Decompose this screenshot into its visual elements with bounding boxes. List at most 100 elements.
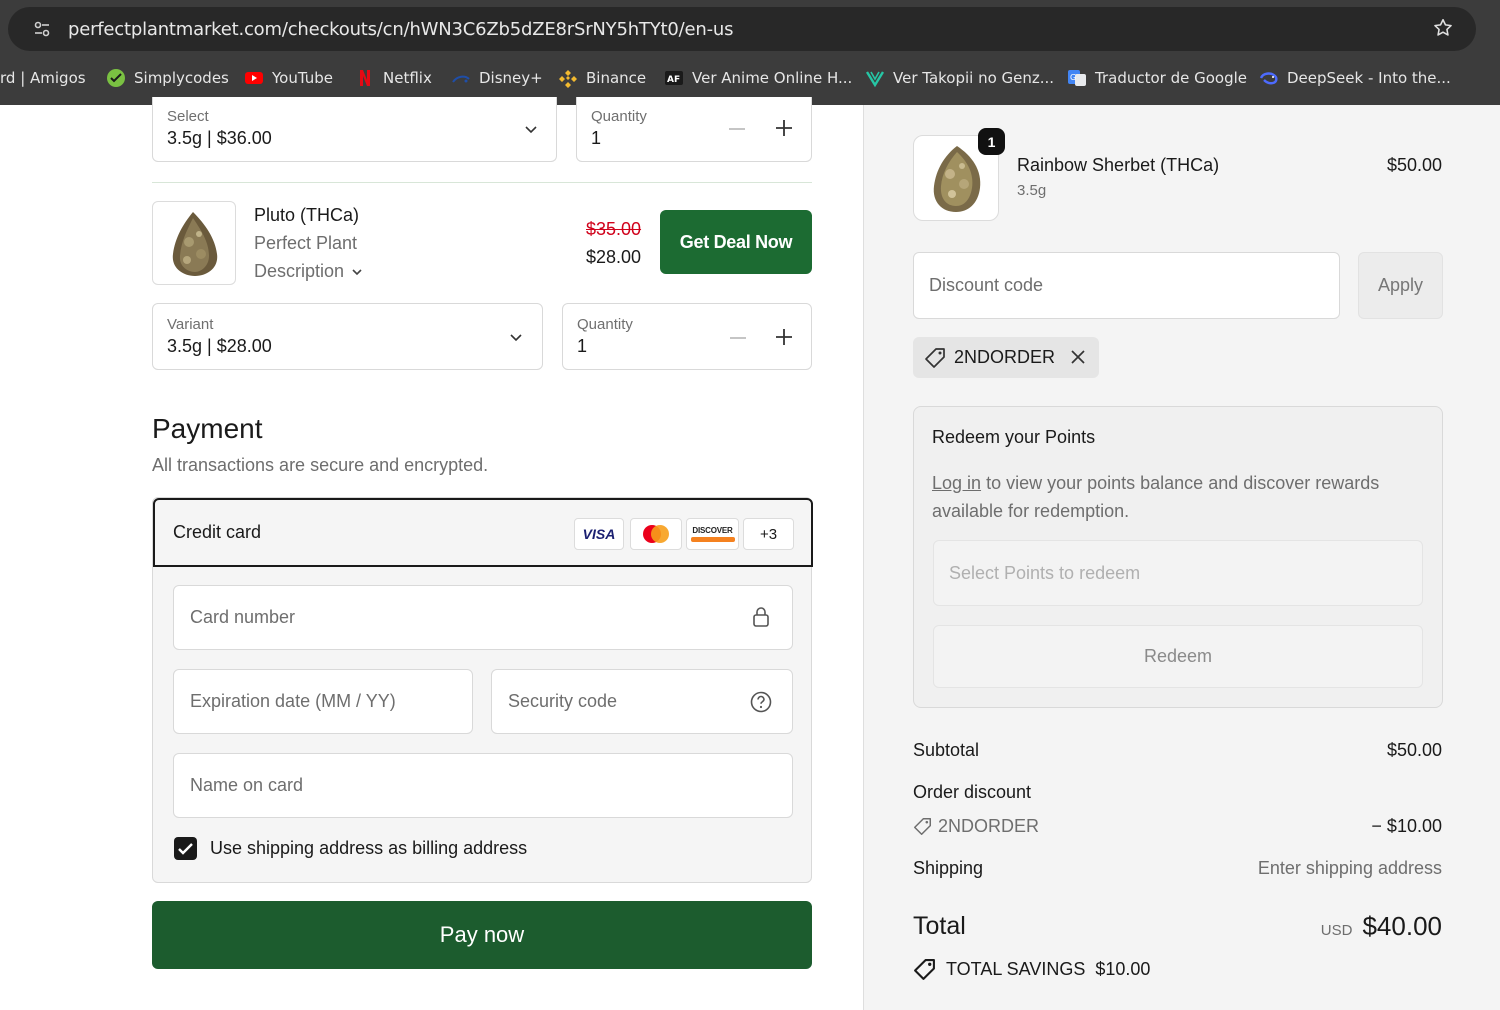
bookmark-label: rd | Amigos (0, 69, 86, 87)
product-image-pluto (152, 201, 236, 285)
bookmark-binance[interactable]: Binance (558, 66, 646, 90)
billing-address-label[interactable]: Use shipping address as billing address (210, 838, 527, 859)
applied-discount-chip: 2NDORDER (913, 337, 1099, 378)
currency-code: USD (1320, 922, 1353, 939)
discover-brand-text: DISCOVER (692, 526, 733, 535)
points-select-input[interactable]: Select Points to redeem (933, 540, 1423, 606)
quantity-stepper[interactable]: Quantity 1 (562, 303, 812, 370)
chevron-down-icon (510, 334, 522, 342)
bookmark-label: Traductor de Google (1095, 69, 1247, 87)
billing-address-checkbox[interactable] (174, 837, 197, 860)
more-cards-badge: +3 (743, 518, 794, 550)
discount-code-row: 2NDORDER (913, 816, 1039, 837)
deal-price: $28.00 (586, 247, 642, 267)
discount-code-text: 2NDORDER (938, 816, 1040, 836)
svg-text:AF: AF (667, 75, 680, 85)
upsell-divider (152, 182, 812, 183)
youtube-icon (245, 72, 263, 84)
quantity-label: Quantity (591, 108, 647, 125)
mastercard-icon (630, 518, 682, 550)
expiration-placeholder: Expiration date (MM / YY) (190, 691, 396, 711)
netflix-icon (360, 70, 370, 86)
bookmark-simplycodes[interactable]: Simplycodes (106, 66, 229, 90)
bookmark-anime[interactable]: AF Ver Anime Online H... (664, 66, 852, 90)
bookmark-youtube[interactable]: YouTube (244, 66, 333, 90)
name-on-card-placeholder: Name on card (190, 775, 304, 795)
visa-brand-text: VISA (582, 526, 616, 542)
svg-text:G: G (1070, 73, 1076, 82)
variant-value: 3.5g | $28.00 (167, 336, 272, 356)
close-icon[interactable] (1070, 349, 1086, 365)
url-text[interactable]: perfectplantmarket.com/checkouts/cn/hWN3… (68, 19, 733, 40)
site-settings-icon[interactable] (32, 19, 52, 39)
description-toggle[interactable]: Description (254, 261, 364, 282)
bookmark-disney[interactable]: Disney+ (451, 66, 543, 90)
cannabis-bud-image (172, 212, 218, 276)
help-circle-icon[interactable] (750, 691, 772, 713)
increase-quantity-button[interactable] (775, 328, 793, 346)
total-label: Total (913, 912, 966, 940)
select-value: 3.5g | $36.00 (167, 128, 272, 148)
credit-card-option[interactable]: Credit card VISA DISCOVER +3 (153, 498, 813, 567)
chevron-down-icon (352, 268, 362, 275)
description-label: Description (254, 261, 345, 281)
expiration-date-input[interactable]: Expiration date (MM / YY) (173, 669, 473, 734)
bookmark-netflix[interactable]: Netflix (355, 66, 432, 90)
decrease-quantity-button[interactable] (730, 337, 746, 339)
savings-label: TOTAL SAVINGS (946, 959, 1086, 979)
summary-item-variant: 3.5g (1017, 182, 1047, 199)
credit-card-label: Credit card (173, 522, 262, 542)
browser-chrome: perfectplantmarket.com/checkouts/cn/hWN3… (0, 0, 1500, 105)
pay-now-button[interactable]: Pay now (152, 901, 812, 969)
redeem-button[interactable]: Redeem (933, 625, 1423, 688)
variant-dropdown[interactable]: Variant 3.5g | $28.00 (152, 303, 543, 370)
bookmark-label: Netflix (383, 69, 432, 87)
bookmark-takopii[interactable]: Ver Takopii no Genz... (865, 66, 1054, 90)
bookmark-label: YouTube (272, 69, 333, 87)
redeem-title: Redeem your Points (932, 427, 1096, 447)
increase-quantity-button[interactable] (775, 119, 793, 137)
log-in-link[interactable]: Log in (932, 473, 981, 493)
discount-code-input[interactable]: Discount code (913, 252, 1340, 319)
quantity-label: Quantity (577, 316, 633, 333)
bookmarks-bar: rd | Amigos Simplycodes YouTube Netflix … (0, 62, 1500, 94)
animeflv-icon: AF (665, 71, 683, 85)
upsell-quantity-stepper[interactable]: Quantity 1 (576, 97, 812, 162)
decrease-quantity-button[interactable] (729, 128, 745, 130)
card-number-input[interactable]: Card number (173, 585, 793, 650)
bookmark-star-icon[interactable] (1432, 17, 1454, 39)
bookmark-deepseek[interactable]: DeepSeek - Into the... (1259, 66, 1451, 90)
discount-value: − $10.00 (1371, 816, 1442, 836)
upsell-select-dropdown[interactable]: Select 3.5g | $36.00 (152, 97, 557, 162)
total-value: $40.00 (1362, 911, 1442, 941)
product-vendor: Perfect Plant (254, 233, 358, 253)
select-label: Select (167, 108, 209, 125)
disney-icon (452, 75, 470, 83)
subtotal-value: $50.00 (1386, 740, 1442, 760)
redeem-description: Log in to view your points balance and d… (932, 469, 1412, 525)
visa-icon: VISA (574, 518, 624, 550)
quantity-value: 1 (577, 336, 588, 356)
tag-icon (925, 348, 945, 368)
original-price: $35.00 (586, 219, 642, 239)
points-select-placeholder: Select Points to redeem (949, 563, 1141, 583)
order-discount-label: Order discount (913, 782, 1032, 802)
google-translate-icon: G (1068, 70, 1086, 86)
shipping-label: Shipping (913, 858, 984, 878)
bookmark-amigos[interactable]: rd | Amigos (0, 66, 86, 90)
payment-heading: Payment (152, 413, 263, 444)
discover-stripe (690, 537, 735, 542)
name-on-card-input[interactable]: Name on card (173, 753, 793, 818)
checkmark-icon (178, 843, 193, 855)
bookmark-label: Disney+ (479, 69, 543, 87)
lock-icon (753, 607, 769, 627)
security-code-input[interactable]: Security code (491, 669, 793, 734)
bookmark-label: Simplycodes (134, 69, 229, 87)
bookmark-google-translate[interactable]: G Traductor de Google (1067, 66, 1247, 90)
binance-icon (559, 70, 577, 88)
apply-discount-button[interactable]: Apply (1358, 252, 1443, 319)
get-deal-button[interactable]: Get Deal Now (660, 210, 812, 274)
address-bar[interactable]: perfectplantmarket.com/checkouts/cn/hWN3… (8, 7, 1476, 51)
total-amount: USD $40.00 (1321, 911, 1442, 942)
summary-item-name: Rainbow Sherbet (THCa) (1017, 155, 1220, 175)
